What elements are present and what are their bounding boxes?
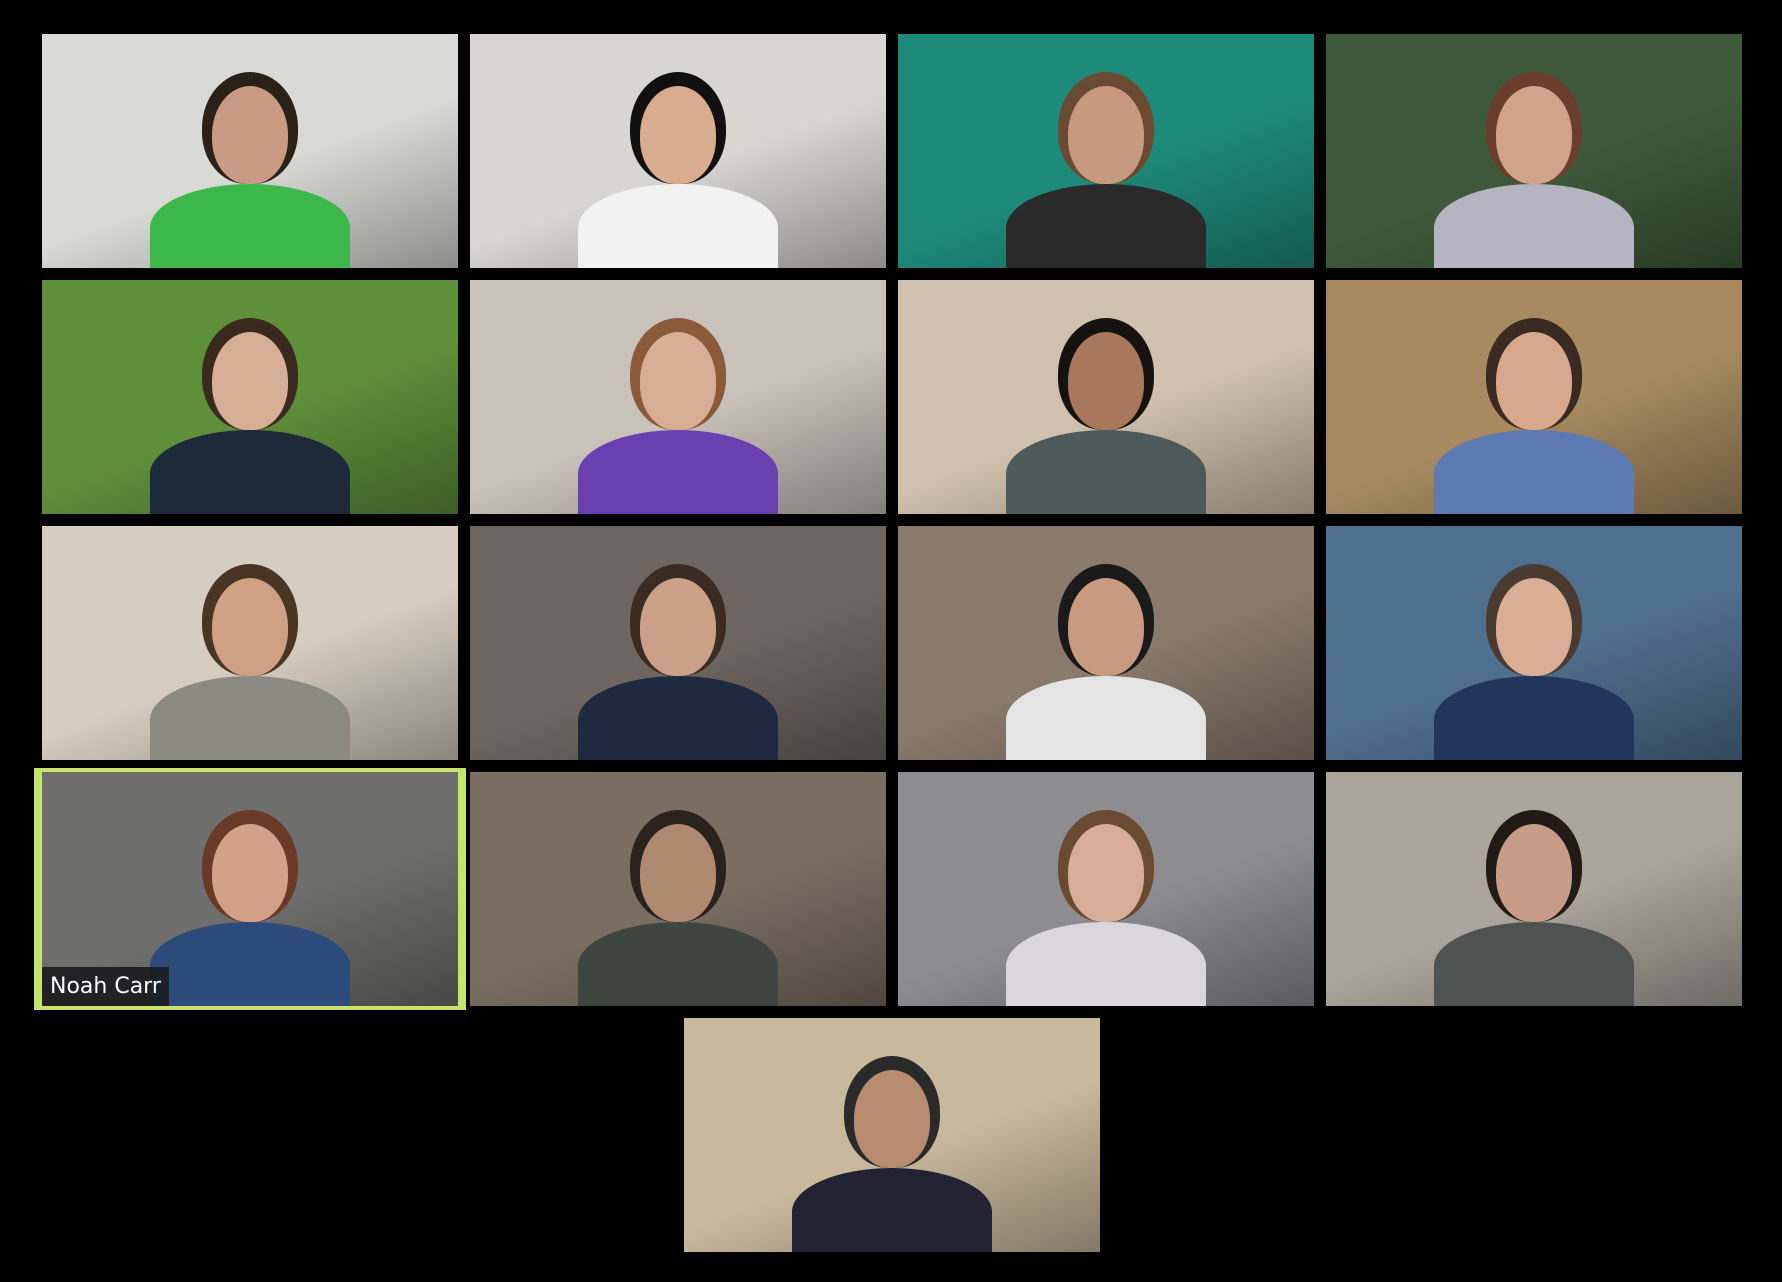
participant-video-tile[interactable] [898, 772, 1314, 1006]
participant-body [1006, 430, 1206, 514]
participant-body [792, 1168, 992, 1252]
participant-body [150, 430, 350, 514]
participant-body [1006, 922, 1206, 1006]
participant-body [150, 922, 350, 1006]
participant-body [150, 676, 350, 760]
participant-face [212, 578, 288, 676]
participant-video-tile[interactable] [1326, 280, 1742, 514]
participant-body [150, 184, 350, 268]
participant-face [1068, 332, 1144, 430]
participant-body [578, 430, 778, 514]
participant-video-tile[interactable] [1326, 526, 1742, 760]
participant-video-tile[interactable] [42, 526, 458, 760]
participant-video-tile[interactable] [898, 526, 1314, 760]
participant-video-tile[interactable]: Noah Carr [42, 772, 458, 1006]
participant-body [578, 184, 778, 268]
participant-face [1068, 578, 1144, 676]
participant-body [578, 676, 778, 760]
participant-face [1496, 824, 1572, 922]
participant-video-tile[interactable] [470, 280, 886, 514]
participant-face [212, 332, 288, 430]
participant-video-tile[interactable] [470, 34, 886, 268]
participant-body [578, 922, 778, 1006]
participant-name-label: Noah Carr [42, 967, 169, 1006]
participant-video-tile[interactable] [470, 772, 886, 1006]
participant-face [1068, 86, 1144, 184]
participant-face [1496, 332, 1572, 430]
participant-face [640, 332, 716, 430]
participant-body [1434, 922, 1634, 1006]
participant-video-tile[interactable] [470, 526, 886, 760]
participant-video-tile[interactable] [1326, 34, 1742, 268]
participant-body [1434, 184, 1634, 268]
participant-face [1496, 86, 1572, 184]
participant-body [1006, 184, 1206, 268]
participant-body [1434, 430, 1634, 514]
participant-face [640, 824, 716, 922]
participant-face [640, 578, 716, 676]
participant-video-tile[interactable] [42, 280, 458, 514]
participant-face [212, 86, 288, 184]
participant-video-tile[interactable] [684, 1018, 1100, 1252]
participant-face [640, 86, 716, 184]
participant-video-tile[interactable] [1326, 772, 1742, 1006]
participant-face [212, 824, 288, 922]
participant-face [854, 1070, 930, 1168]
participant-video-tile[interactable] [42, 34, 458, 268]
participant-body [1434, 676, 1634, 760]
participant-face [1068, 824, 1144, 922]
participant-video-tile[interactable] [898, 34, 1314, 268]
participant-video-tile[interactable] [898, 280, 1314, 514]
participant-face [1496, 578, 1572, 676]
participant-body [1006, 676, 1206, 760]
